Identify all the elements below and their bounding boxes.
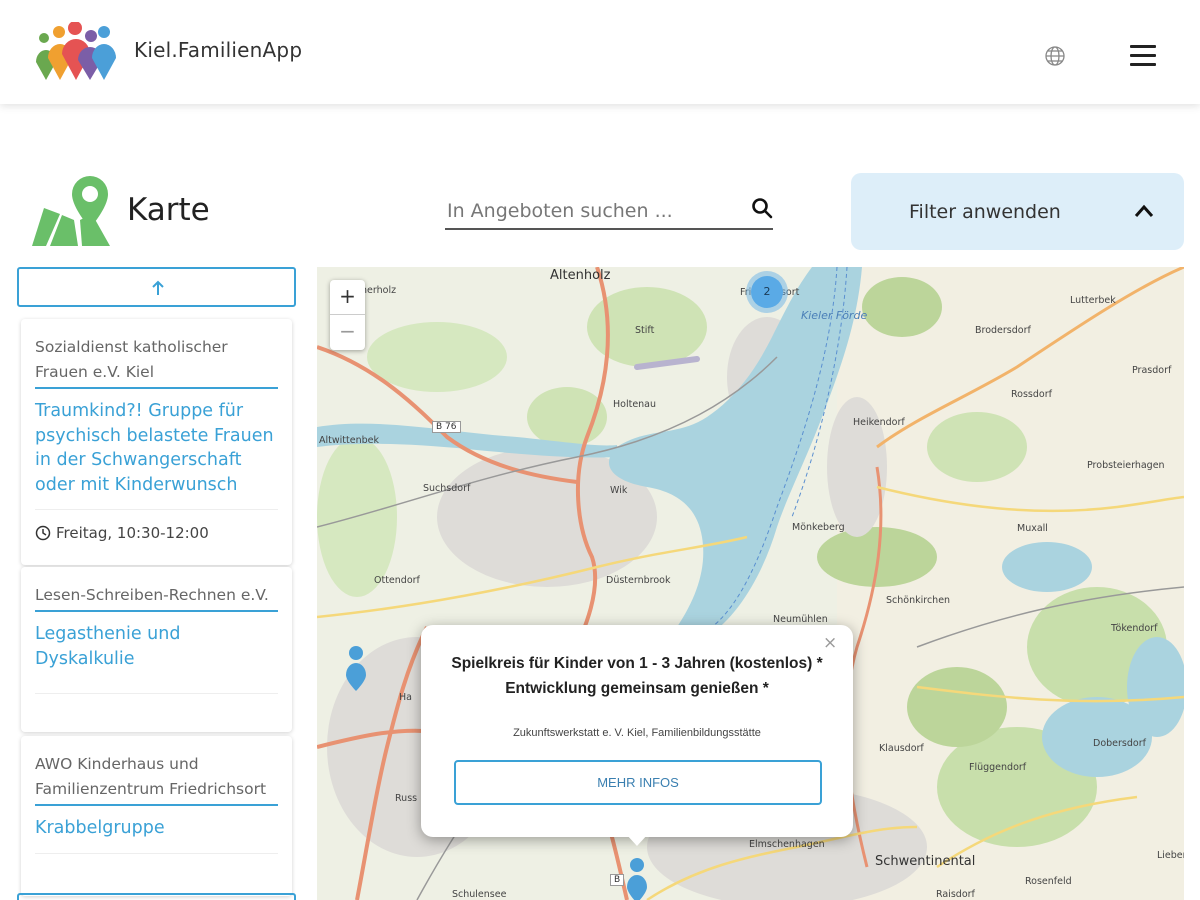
map-popup: × Spielkreis für Kinder von 1 - 3 Jahren… (421, 625, 853, 846)
map-label: Muxall (1017, 523, 1048, 534)
map-label: Lutterbek (1070, 295, 1116, 306)
list-item-time: Freitag, 10:30-12:00 (56, 524, 209, 542)
close-icon[interactable]: × (823, 633, 837, 653)
map-label: Wik (610, 485, 628, 496)
map-label: Altenholz (550, 268, 611, 283)
map-label: Tökendorf (1111, 623, 1158, 634)
app-header: Kiel.FamilienApp (0, 0, 1200, 104)
marker-cluster[interactable]: 2 (746, 271, 788, 313)
list-item[interactable]: AWO Kinderhaus und Familienzentrum Fried… (21, 736, 292, 896)
map-label: Kieler Förde (801, 309, 868, 322)
map-label: Düsternbrook (606, 575, 671, 586)
filter-toggle-button[interactable]: Filter anwenden (851, 173, 1184, 250)
scroll-down-button[interactable] (17, 893, 296, 900)
list-item-organization: AWO Kinderhaus und Familienzentrum Fried… (35, 736, 278, 806)
map-label: Heikendorf (853, 417, 905, 428)
cluster-count: 2 (751, 276, 783, 308)
map-label: Schönkirchen (886, 595, 951, 606)
map-label: Altwittenbek (319, 435, 379, 446)
map-label: Prasdorf (1132, 365, 1172, 376)
map-label: Raisdorf (936, 889, 975, 900)
road-shield: B 76 (432, 421, 461, 433)
map-marker-icon[interactable] (626, 857, 648, 900)
map-pin-icon (32, 176, 110, 246)
map-label: Neumühlen (773, 614, 828, 625)
chevron-up-icon (1134, 204, 1154, 217)
list-item-title[interactable]: Krabbelgruppe (35, 816, 278, 854)
globe-icon[interactable] (1043, 44, 1067, 68)
list-item-title[interactable]: Legasthenie und Dyskalkulie (35, 622, 278, 694)
map-view[interactable]: Altenholz herholz Stift Friedrichsort Ki… (317, 267, 1184, 900)
search-field (445, 192, 773, 230)
map-label: herholz (361, 285, 397, 296)
filter-label: Filter anwenden (909, 201, 1061, 223)
map-label: Suchsdorf (423, 483, 471, 494)
map-label: Dobersdorf (1093, 738, 1146, 749)
road-shield: B (610, 874, 625, 886)
map-label: Rossdorf (1011, 389, 1052, 400)
map-label: Russ (395, 793, 418, 804)
list-item-title[interactable]: Traumkind?! Gruppe für psychisch belaste… (35, 399, 278, 510)
map-label: Flüggendorf (969, 762, 1027, 773)
map-label: Brodersdorf (975, 325, 1031, 336)
zoom-control: + − (330, 280, 365, 350)
app-title[interactable]: Kiel.FamilienApp (134, 38, 302, 62)
result-list: Sozialdienst katholischer Frauen e.V. Ki… (17, 267, 296, 900)
map-label: Liebent (1157, 850, 1184, 861)
map-label: Probsteierhagen (1087, 460, 1165, 471)
map-marker-icon[interactable] (345, 645, 367, 691)
list-item-time-row: Freitag, 10:30-12:00 (35, 510, 278, 542)
page-title: Karte (127, 192, 210, 228)
map-label: Stift (635, 325, 655, 336)
search-input[interactable] (447, 196, 737, 226)
map-label: Schulensee (452, 889, 507, 900)
more-info-button[interactable]: MEHR INFOS (454, 760, 822, 805)
map-label: Rosenfeld (1025, 876, 1072, 887)
zoom-in-button[interactable]: + (330, 280, 365, 315)
map-label: Mönkeberg (792, 522, 845, 533)
map-label: Holtenau (613, 399, 657, 410)
list-item-organization: Sozialdienst katholischer Frauen e.V. Ki… (35, 319, 278, 389)
popup-organization: Zukunftswerkstatt e. V. Kiel, Familienbi… (513, 727, 761, 739)
hamburger-menu-icon[interactable] (1130, 45, 1156, 67)
clock-icon (35, 525, 51, 541)
map-label: Ottendorf (374, 575, 420, 586)
map-label: Klausdorf (879, 743, 924, 754)
arrow-up-icon (152, 280, 164, 295)
scroll-up-button[interactable] (17, 267, 296, 307)
app-logo[interactable] (34, 22, 116, 84)
search-icon[interactable] (751, 197, 773, 219)
popup-tip (626, 834, 648, 846)
map-label: Schwentinental (875, 854, 976, 869)
map-label: Ha (399, 692, 412, 703)
list-item-organization: Lesen-Schreiben-Rechnen e.V. (35, 567, 278, 612)
list-item[interactable]: Sozialdienst katholischer Frauen e.V. Ki… (21, 319, 292, 565)
popup-title: Spielkreis für Kinder von 1 - 3 Jahren (… (451, 655, 823, 697)
list-item[interactable]: Lesen-Schreiben-Rechnen e.V. Legasthenie… (21, 567, 292, 732)
zoom-out-button[interactable]: − (330, 315, 365, 350)
map-label: Elmschenhagen (749, 839, 825, 850)
